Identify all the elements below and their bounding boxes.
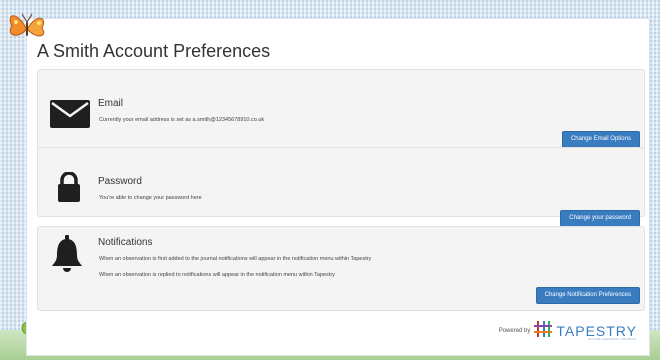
padlock-icon — [57, 171, 81, 207]
email-title: Email — [98, 98, 124, 109]
password-description-text: You're able to change your password here — [99, 195, 202, 201]
notifications-replied-text: When an observation is replied to notifi… — [99, 272, 335, 278]
notifications-card: Notifications When an observation is fir… — [37, 226, 645, 311]
butterfly-icon — [6, 8, 50, 53]
email-address-text: Currently your email address is set as a… — [99, 117, 265, 123]
email-card: Email Currently your email address is se… — [37, 69, 645, 156]
powered-by-label: Powered by — [498, 328, 531, 334]
powered-by-tapestry: Powered by TAPESTRY ONLINE LEARNING JOUR… — [498, 320, 637, 342]
password-card: Password You're able to change your pass… — [37, 147, 645, 227]
password-title: Password — [98, 176, 142, 187]
page-title: A Smith Account Preferences — [37, 41, 271, 61]
change-notification-preferences-button[interactable]: Change Notification Preferences — [535, 287, 640, 304]
change-email-options-button[interactable]: Change Email Options — [561, 131, 640, 148]
notifications-first-added-text: When an observation is first added to th… — [99, 256, 372, 262]
tapestry-tagline: ONLINE LEARNING JOURNAL — [587, 337, 637, 341]
change-password-button[interactable]: Change your password — [560, 210, 640, 227]
envelope-icon — [50, 100, 90, 133]
tapestry-logo-icon — [534, 320, 553, 342]
account-preferences-panel: A Smith Account Preferences Email Curren… — [26, 18, 650, 356]
bell-icon — [51, 235, 83, 278]
notifications-title: Notifications — [98, 237, 153, 248]
